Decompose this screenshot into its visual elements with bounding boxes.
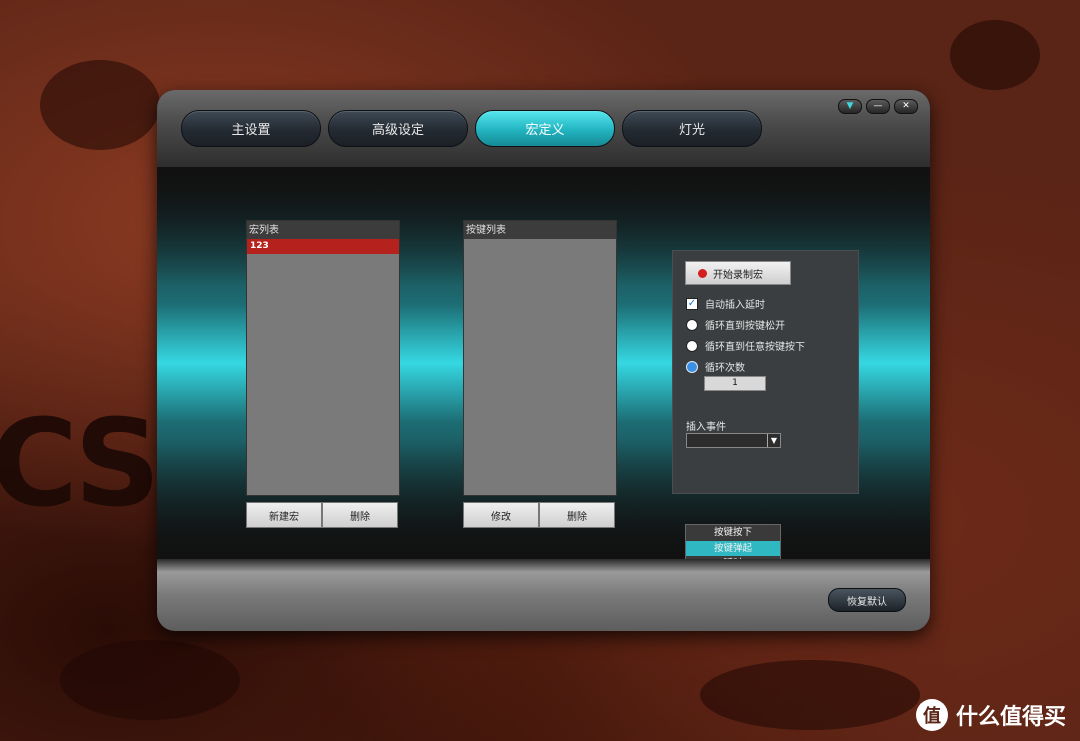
radio-button-selected[interactable] xyxy=(686,360,698,373)
loop-until-any-key-label: 循环直到任意按键按下 xyxy=(705,342,805,353)
macro-list[interactable]: 宏列表 123 xyxy=(246,220,400,496)
tab-advanced-settings[interactable]: 高级设定 xyxy=(328,110,468,147)
edit-key-button[interactable]: 修改 xyxy=(463,502,539,528)
key-list-header: 按键列表 xyxy=(464,221,616,239)
watermark-text: 什么值得买 xyxy=(955,705,1066,730)
bg-blot xyxy=(700,660,920,730)
bg-blot xyxy=(60,640,240,720)
auto-insert-delay-option[interactable]: ✓ 自动插入延时 xyxy=(686,296,765,311)
loop-until-release-option[interactable]: 循环直到按键松开 xyxy=(686,317,785,332)
start-recording-label: 开始录制宏 xyxy=(713,269,763,281)
watermark-logo-icon: 值 xyxy=(915,699,948,731)
start-recording-button[interactable]: 开始录制宏 xyxy=(685,261,791,285)
app-window: 主设置 高级设定 宏定义 灯光 ▼ — ✕ 宏列表 123 新建宏 删除 按键列… xyxy=(157,90,930,631)
loop-count-label: 循环次数 xyxy=(705,363,745,374)
new-macro-button[interactable]: 新建宏 xyxy=(246,502,322,528)
checkbox-checked-icon[interactable]: ✓ xyxy=(686,297,698,310)
bg-blot xyxy=(40,60,160,150)
auto-insert-delay-label: 自动插入延时 xyxy=(705,300,765,311)
background-graphic-text: CS xyxy=(0,395,161,534)
macro-content-area: 宏列表 123 新建宏 删除 按键列表 修改 删除 开始录制宏 ✓ 自动插入延时 xyxy=(157,167,930,631)
delete-key-button[interactable]: 删除 xyxy=(539,502,615,528)
key-list-buttons: 修改 删除 xyxy=(463,502,615,528)
event-option-highlighted[interactable]: 按键弹起 xyxy=(686,540,780,556)
recording-panel: 开始录制宏 ✓ 自动插入延时 循环直到按键松开 循环直到任意按键按下 循环次数 … xyxy=(672,250,859,494)
close-button[interactable]: ✕ xyxy=(894,99,918,114)
bottom-bar: 恢复默认 xyxy=(157,559,930,631)
loop-count-input[interactable]: 1 xyxy=(704,376,766,391)
chevron-down-icon[interactable]: ▼ xyxy=(767,434,780,447)
minimize-button[interactable]: — xyxy=(866,99,890,114)
loop-until-release-label: 循环直到按键松开 xyxy=(705,321,785,332)
tab-main-settings[interactable]: 主设置 xyxy=(181,110,321,147)
dropdown-window-button[interactable]: ▼ xyxy=(838,99,862,114)
radio-button[interactable] xyxy=(686,339,698,352)
macro-list-header: 宏列表 xyxy=(247,221,399,239)
tab-lighting[interactable]: 灯光 xyxy=(622,110,762,147)
tab-macro[interactable]: 宏定义 xyxy=(475,110,615,147)
event-option[interactable]: 按键按下 xyxy=(686,525,780,541)
record-dot-icon xyxy=(698,268,707,278)
tab-bar: 主设置 高级设定 宏定义 灯光 ▼ — ✕ xyxy=(157,90,930,167)
watermark: 值 什么值得买 xyxy=(915,699,1066,731)
radio-button[interactable] xyxy=(686,318,698,331)
bg-blot xyxy=(950,20,1040,90)
delete-macro-button[interactable]: 删除 xyxy=(322,502,398,528)
insert-event-label: 插入事件 xyxy=(686,422,726,433)
key-list[interactable]: 按键列表 xyxy=(463,220,617,496)
macro-list-buttons: 新建宏 删除 xyxy=(246,502,398,528)
loop-until-any-key-option[interactable]: 循环直到任意按键按下 xyxy=(686,338,805,353)
macro-list-item[interactable]: 123 xyxy=(247,239,399,254)
insert-event-select[interactable]: ▼ xyxy=(686,433,781,448)
loop-count-option[interactable]: 循环次数 xyxy=(686,359,745,374)
restore-defaults-button[interactable]: 恢复默认 xyxy=(828,588,906,612)
